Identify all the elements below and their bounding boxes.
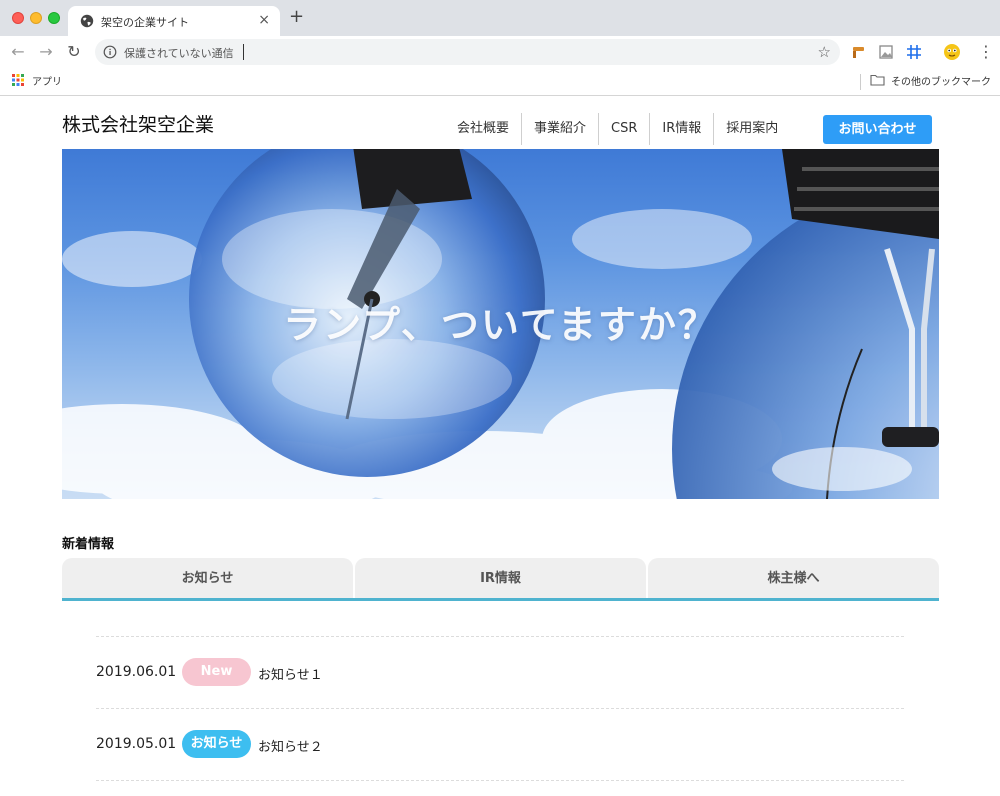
nav-item-business[interactable]: 事業紹介 [522, 113, 600, 145]
browser-toolbar: ← → ↻ 保護されていない通信 ☆ ⋮ [0, 36, 1000, 68]
global-nav: 会社概要 事業紹介 CSR IR情報 採用案内 [445, 113, 790, 145]
tab-ir[interactable]: IR情報 [355, 558, 646, 598]
close-window-button[interactable] [12, 12, 24, 24]
news-badge: お知らせ [182, 730, 251, 758]
folder-icon [870, 74, 885, 86]
tab-strip: 架空の企業サイト × + [0, 0, 1000, 36]
extension-grid-icon[interactable] [905, 43, 923, 61]
nav-item-company[interactable]: 会社概要 [445, 113, 523, 145]
news-tabs: お知らせ IR情報 株主様へ [62, 558, 939, 601]
other-bookmarks[interactable]: その他のブックマーク [891, 73, 991, 88]
news-date: 2019.06.01 [96, 664, 177, 680]
browser-tab[interactable]: 架空の企業サイト × [68, 6, 280, 36]
profile-avatar-icon[interactable] [943, 43, 961, 61]
news-list: 2019.06.01 New お知らせ１ 2019.05.01 お知らせ お知ら… [96, 636, 904, 781]
forward-button[interactable]: → [36, 42, 56, 62]
news-badge: New [182, 658, 251, 686]
extension-brush-icon[interactable] [849, 43, 867, 61]
browser-menu-icon[interactable]: ⋮ [978, 42, 994, 62]
new-tab-button[interactable]: + [289, 8, 304, 26]
news-item[interactable]: 2019.05.01 お知らせ お知らせ２ [96, 708, 904, 780]
site-logo[interactable]: 株式会社架空企業 [62, 110, 214, 137]
tab-title: 架空の企業サイト [101, 16, 189, 29]
news-list-divider [96, 780, 904, 781]
apps-bookmark[interactable]: アプリ [32, 73, 62, 88]
apps-grid-icon[interactable] [12, 74, 24, 86]
text-caret [243, 44, 244, 60]
tab-shareholders[interactable]: 株主様へ [648, 558, 939, 598]
news-heading: 新着情報 [62, 537, 115, 552]
info-icon[interactable] [103, 45, 117, 59]
back-button[interactable]: ← [8, 42, 28, 62]
news-title[interactable]: お知らせ１ [258, 664, 323, 683]
nav-item-csr[interactable]: CSR [599, 113, 651, 145]
address-bar[interactable]: 保護されていない通信 ☆ [95, 39, 840, 65]
news-date: 2019.05.01 [96, 736, 177, 752]
hero-banner: ランプ、ついてますか？ [62, 149, 939, 499]
minimize-window-button[interactable] [30, 12, 42, 24]
globe-icon [80, 14, 94, 28]
news-item[interactable]: 2019.06.01 New お知らせ１ [96, 636, 904, 708]
reload-button[interactable]: ↻ [64, 42, 84, 62]
zoom-window-button[interactable] [48, 12, 60, 24]
bookmark-star-icon[interactable]: ☆ [818, 43, 831, 61]
browser-chrome: 架空の企業サイト × + ← → ↻ 保護されていない通信 ☆ ⋮ アプリ その… [0, 0, 1000, 97]
bookmarks-divider [860, 74, 861, 90]
extension-image-icon[interactable] [877, 43, 895, 61]
bookmarks-bar: アプリ その他のブックマーク [0, 68, 1000, 96]
close-tab-icon[interactable]: × [258, 12, 270, 28]
tab-notice[interactable]: お知らせ [62, 558, 353, 598]
nav-item-ir[interactable]: IR情報 [650, 113, 715, 145]
hero-headline: ランプ、ついてますか？ [283, 303, 718, 347]
news-title[interactable]: お知らせ２ [258, 736, 323, 755]
contact-button[interactable]: お問い合わせ [823, 115, 932, 144]
nav-item-recruit[interactable]: 採用案内 [714, 113, 790, 145]
security-status-text: 保護されていない通信 [124, 47, 234, 60]
